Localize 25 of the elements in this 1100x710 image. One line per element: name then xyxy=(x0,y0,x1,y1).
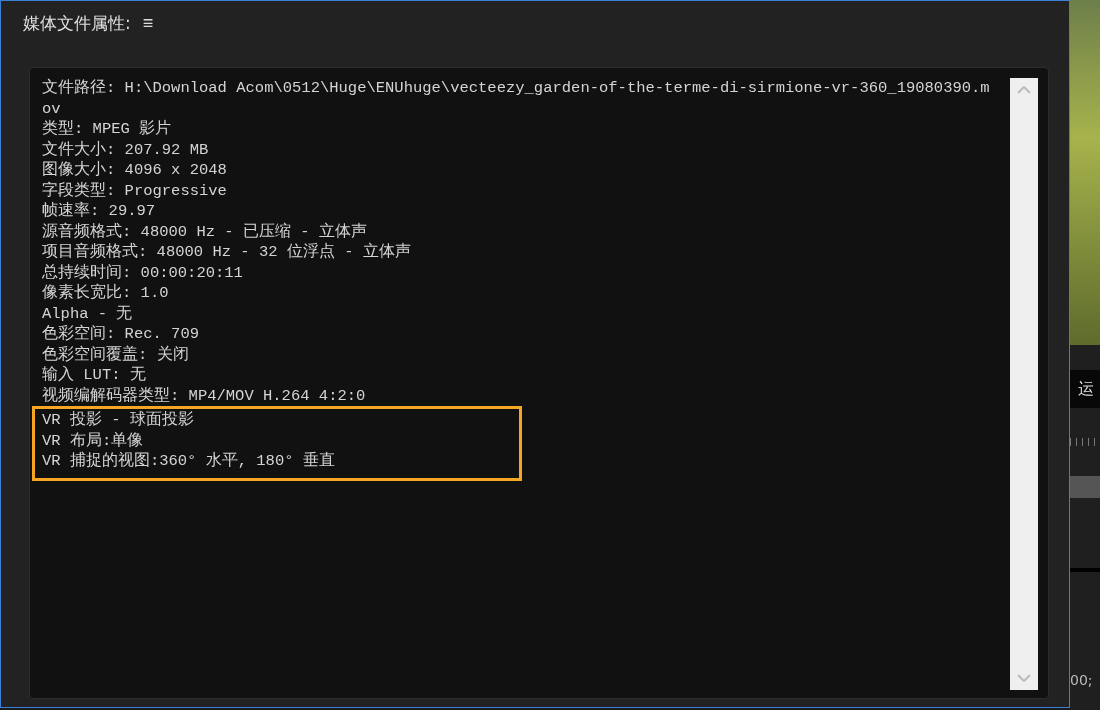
property-line: 项目音频格式: 48000 Hz - 32 位浮点 - 立体声 xyxy=(42,242,412,263)
property-line: VR 布局:单像 xyxy=(42,430,145,451)
property-line: 色彩空间覆盖: 关闭 xyxy=(42,344,190,365)
property-line: 文件路径: H:\Download Acom\0512\Huge\ENUhuge\vecteezy_garden-of-the-terme-di-sirmione-vr-360_19080390.mov xyxy=(42,78,991,119)
property-line: 总持续时间: 00:00:20:11 xyxy=(42,262,244,283)
property-line: 文件大小: 207.92 MB xyxy=(42,139,210,160)
property-line: 色彩空间: Rec. 709 xyxy=(42,324,200,345)
timecode-text: 00; xyxy=(1070,672,1094,688)
panel-title: 媒体文件属性: xyxy=(23,11,131,35)
scroll-down-icon[interactable] xyxy=(1017,674,1031,682)
property-line: 帧速率: 29.97 xyxy=(42,201,157,222)
property-line: 字段类型: Progressive xyxy=(42,180,228,201)
property-line: VR 捕捉的视图:360° 水平, 180° 垂直 xyxy=(42,451,336,472)
property-line: 源音频格式: 48000 Hz - 已压缩 - 立体声 xyxy=(42,221,368,242)
scroll-up-icon[interactable] xyxy=(1017,86,1031,94)
property-line: 输入 LUT: 无 xyxy=(42,365,147,386)
scrollbar[interactable] xyxy=(1010,78,1038,690)
property-line: 类型: MPEG 影片 xyxy=(42,119,173,140)
property-line: Alpha - 无 xyxy=(42,303,134,324)
property-line: 图像大小: 4096 x 2048 xyxy=(42,160,228,181)
property-line: 视频编解码器类型: MP4/MOV H.264 4:2:0 xyxy=(42,385,367,406)
property-line: 像素长宽比: 1.0 xyxy=(42,283,170,304)
menu-button[interactable]: ≡ xyxy=(142,12,154,34)
track-bar xyxy=(1070,476,1100,498)
property-line: VR 投影 - 球面投影 xyxy=(42,410,195,431)
